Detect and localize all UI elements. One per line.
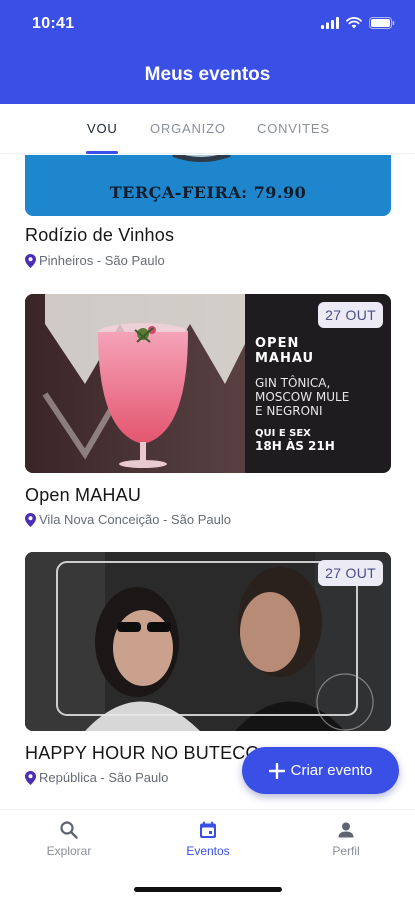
nav-eventos-label: Eventos	[186, 844, 230, 858]
poster-title-line1: OPEN	[255, 336, 300, 351]
event-location: República - São Paulo	[25, 770, 168, 785]
location-pin-icon	[25, 253, 36, 268]
status-icons	[321, 17, 395, 29]
poster-hours: 18H ÀS 21H	[255, 439, 335, 453]
poster-drinks-line3: E NEGRONI	[255, 404, 323, 418]
create-event-button[interactable]: Criar evento	[242, 747, 399, 794]
home-indicator[interactable]	[134, 887, 282, 892]
tab-vou[interactable]: VOU	[87, 121, 118, 136]
event-date-badge: 27 OUT	[318, 560, 383, 586]
tab-convites[interactable]: CONVITES	[257, 121, 330, 136]
poster-days: QUI E SEX	[255, 428, 311, 439]
calendar-icon	[200, 821, 216, 838]
app-header: 10:41 Meus eventos	[0, 0, 415, 104]
nav-perfil[interactable]: Perfil	[291, 820, 401, 858]
status-bar: 10:41	[0, 0, 415, 50]
poster-drinks-line1: GIN TÔNICA,	[255, 376, 331, 390]
active-tab-indicator	[86, 151, 118, 154]
event-card-image[interactable]: 27 OUT	[25, 552, 391, 731]
plus-icon	[268, 762, 285, 779]
page-title: Meus eventos	[144, 64, 271, 85]
tab-organizo[interactable]: ORGANIZO	[150, 121, 226, 136]
event-location: Pinheiros - São Paulo	[25, 253, 165, 268]
nav-explorar[interactable]: Explorar	[14, 820, 124, 858]
create-event-label: Criar evento	[290, 762, 373, 779]
event-date-badge: 27 OUT	[318, 302, 383, 328]
event-banner-text: TERÇA-FEIRA: 79.90	[109, 183, 307, 202]
event-card-image[interactable]: OPEN MAHAU GIN TÔNICA, MOSCOW MULE E NEG…	[25, 294, 391, 473]
location-pin-icon	[25, 770, 36, 785]
location-pin-icon	[25, 512, 36, 527]
search-icon	[60, 821, 78, 839]
nav-perfil-label: Perfil	[332, 844, 360, 858]
signal-icon	[321, 17, 339, 29]
event-location-text: República - São Paulo	[39, 770, 169, 785]
event-title[interactable]: HAPPY HOUR NO BUTECO	[25, 743, 260, 764]
event-location: Vila Nova Conceição - São Paulo	[25, 512, 231, 527]
event-title[interactable]: Open MAHAU	[25, 485, 141, 506]
poster-drinks-line2: MOSCOW MULE	[255, 390, 350, 404]
events-feed[interactable]: TERÇA-FEIRA: 79.90 Rodízio de Vinhos Pin…	[0, 155, 415, 809]
event-title[interactable]: Rodízio de Vinhos	[25, 225, 174, 246]
poster-title-line2: MAHAU	[255, 351, 315, 366]
battery-icon	[369, 17, 395, 29]
tab-bar: VOU ORGANIZO CONVITES	[0, 104, 415, 154]
wifi-icon	[346, 17, 362, 29]
status-time: 10:41	[32, 15, 75, 32]
person-icon	[338, 822, 354, 838]
event-card-image[interactable]: TERÇA-FEIRA: 79.90	[25, 155, 391, 216]
event-location-text: Pinheiros - São Paulo	[39, 253, 165, 268]
event-poster-text: OPEN MAHAU GIN TÔNICA, MOSCOW MULE E NEG…	[255, 336, 349, 453]
nav-explorar-label: Explorar	[46, 844, 92, 858]
event-location-text: Vila Nova Conceição - São Paulo	[39, 512, 231, 527]
nav-eventos[interactable]: Eventos	[153, 820, 263, 858]
